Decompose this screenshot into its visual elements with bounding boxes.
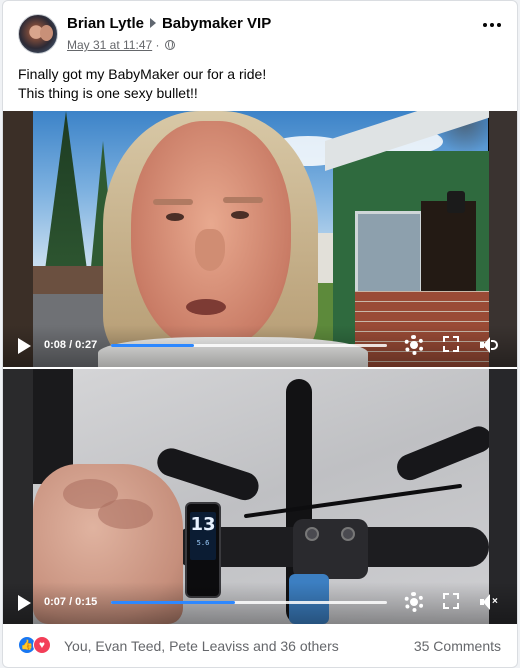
post-header: Brian Lytle Babymaker VIP May 31 at 11:47… bbox=[3, 1, 517, 59]
meta-separator: · bbox=[155, 38, 160, 52]
post-body-text: Finally got my BabyMaker our for a ride!… bbox=[18, 65, 266, 103]
reaction-icons[interactable]: 👍 ♥ bbox=[18, 636, 58, 656]
video-1-controls: 0:08 / 0:27 bbox=[3, 325, 517, 367]
love-icon: ♥ bbox=[33, 636, 51, 654]
video-1-time: 0:08 / 0:27 bbox=[44, 339, 98, 351]
settings-gear-icon[interactable] bbox=[404, 592, 424, 612]
dot-icon bbox=[490, 23, 494, 27]
video-player-1[interactable]: 0:08 / 0:27 bbox=[3, 111, 517, 367]
play-icon[interactable] bbox=[18, 338, 31, 354]
dot-icon bbox=[497, 23, 501, 27]
group-name-link[interactable]: Babymaker VIP bbox=[162, 15, 271, 32]
video-1-progress-bar[interactable] bbox=[111, 344, 387, 347]
comments-count-link[interactable]: 35 Comments bbox=[414, 638, 501, 654]
dot-icon bbox=[483, 23, 487, 27]
post-title: Brian Lytle Babymaker VIP bbox=[67, 15, 271, 32]
author-avatar[interactable] bbox=[18, 14, 58, 54]
fullscreen-icon[interactable] bbox=[443, 336, 459, 352]
post-footer: 👍 ♥ You, Evan Teed, Pete Leaviss and 36 … bbox=[3, 626, 517, 667]
author-name-link[interactable]: Brian Lytle bbox=[67, 15, 144, 32]
video-1-progress-fill bbox=[111, 344, 194, 347]
post-text-line-1: Finally got my BabyMaker our for a ride! bbox=[18, 66, 267, 82]
right-triangle-icon bbox=[149, 18, 156, 28]
reactions-summary-link[interactable]: You, Evan Teed, Pete Leaviss and 36 othe… bbox=[64, 638, 339, 654]
audience-icon[interactable] bbox=[164, 40, 175, 50]
video-2-time: 0:07 / 0:15 bbox=[44, 596, 98, 608]
volume-icon[interactable] bbox=[480, 337, 500, 353]
video-player-2[interactable]: 13 5.6 0:07 / 0:15 × bbox=[3, 369, 517, 624]
volume-muted-icon[interactable]: × bbox=[480, 594, 500, 610]
fullscreen-icon[interactable] bbox=[443, 593, 459, 609]
video-2-controls: 0:07 / 0:15 × bbox=[3, 582, 517, 624]
settings-gear-icon[interactable] bbox=[404, 335, 424, 355]
post-card: Brian Lytle Babymaker VIP May 31 at 11:47… bbox=[2, 0, 518, 668]
play-icon[interactable] bbox=[18, 595, 31, 611]
post-meta: May 31 at 11:47 · bbox=[67, 38, 175, 52]
video-2-progress-bar[interactable] bbox=[111, 601, 387, 604]
video-2-progress-fill bbox=[111, 601, 236, 604]
more-options-button[interactable] bbox=[483, 23, 503, 31]
post-text-line-2: This thing is one sexy bullet!! bbox=[18, 85, 198, 101]
bike-display-speed: 13 bbox=[190, 514, 216, 535]
bike-display-subvalue: 5.6 bbox=[196, 539, 210, 547]
post-timestamp-link[interactable]: May 31 at 11:47 bbox=[67, 38, 152, 52]
